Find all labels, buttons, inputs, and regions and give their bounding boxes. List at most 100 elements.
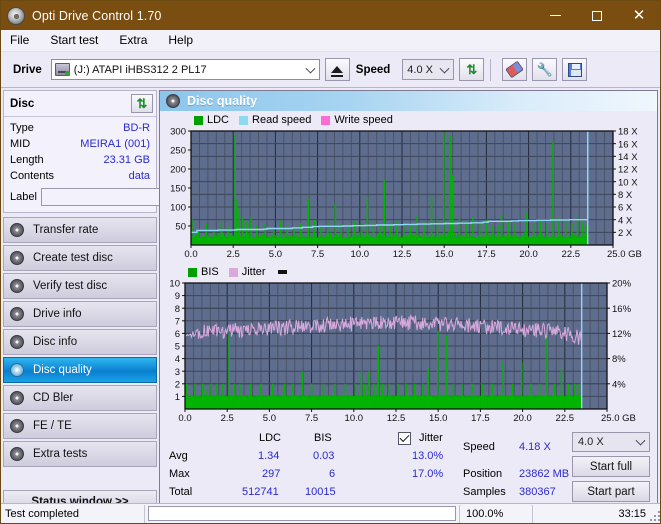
disc-row-type: Type BD-R (10, 120, 150, 136)
disc-row-value: 23.31 GB (103, 154, 150, 166)
legend-item: Write speed (321, 114, 393, 126)
disc-info-group: Disc ⇅ Type BD-R MID MEIRA1 (001) Length… (3, 90, 243, 213)
svg-text:9: 9 (175, 291, 180, 302)
legend-swatch-ldc (194, 115, 203, 125)
disc-icon (10, 251, 24, 265)
svg-text:4%: 4% (612, 379, 626, 390)
wrench-icon: 🔧 (536, 62, 553, 77)
start-part-label: Start part (587, 485, 635, 498)
disc-group-title: Disc (10, 97, 35, 110)
bis-chart-svg: 1 23 45 6 78 910 4% 8% 12% 16% 20% 0.0 2.5 5.0 7.5 10.0… (169, 279, 635, 424)
disc-icon (10, 279, 24, 293)
position-stat-value: 23862 MB (519, 468, 570, 480)
resize-grip[interactable] (648, 509, 660, 521)
refresh-button[interactable]: ⇅ (459, 58, 485, 81)
disc-icon (10, 335, 24, 349)
erase-button[interactable] (502, 58, 528, 81)
menu-item-start-test[interactable]: Start test (48, 31, 107, 50)
svg-text:22.5: 22.5 (556, 413, 575, 424)
jitter-label: Jitter (419, 432, 443, 444)
svg-text:6 X: 6 X (618, 203, 633, 214)
eject-button[interactable] (324, 58, 350, 81)
status-bar: Test completed 100.0% 33:15 (1, 503, 660, 523)
svg-text:20%: 20% (612, 279, 632, 290)
svg-text:100: 100 (170, 203, 186, 214)
start-part-button[interactable]: Start part (572, 481, 650, 502)
legend-label: LDC (207, 114, 230, 126)
save-button[interactable] (562, 58, 588, 81)
svg-text:8: 8 (175, 304, 180, 315)
start-full-button[interactable]: Start full (572, 456, 650, 477)
maximize-button[interactable] (576, 1, 618, 30)
sidebar-item-create-test-disc[interactable]: Create test disc (3, 245, 157, 271)
sidebar-item-transfer-rate[interactable]: Transfer rate (3, 217, 157, 243)
svg-text:50: 50 (175, 222, 186, 233)
disc-icon (10, 447, 24, 461)
svg-text:250: 250 (170, 146, 186, 157)
svg-text:18 X: 18 X (618, 127, 638, 138)
svg-text:10.0: 10.0 (345, 413, 364, 424)
disc-icon (166, 94, 180, 108)
check-icon (399, 432, 410, 443)
disc-group-header: Disc ⇅ (4, 91, 156, 117)
svg-text:8%: 8% (612, 354, 626, 365)
sidebar-item-verify-test-disc[interactable]: Verify test disc (3, 273, 157, 299)
legend-label: Read speed (252, 114, 312, 126)
sidebar-item-label: Create test disc (33, 252, 113, 264)
sidebar-item-fe-te[interactable]: FE / TE (3, 413, 157, 439)
sidebar-item-label: Extra tests (33, 448, 88, 460)
tools-button[interactable]: 🔧 (532, 58, 558, 81)
svg-text:2.5: 2.5 (221, 413, 234, 424)
svg-text:7: 7 (175, 316, 180, 327)
legend-item: Read speed (239, 114, 311, 126)
drive-label: Drive (13, 63, 42, 76)
svg-text:25.0 GB: 25.0 GB (607, 249, 642, 260)
disc-icon (10, 419, 24, 433)
toolbar: Drive (J:) ATAPI iHBS312 2 PL17 Speed 4.… (1, 52, 660, 88)
legend-swatch-bis (188, 267, 197, 277)
legend-item: LDC (194, 114, 229, 126)
legend-swatch-write-speed (321, 115, 331, 125)
svg-text:10 X: 10 X (618, 177, 638, 188)
close-icon: ✕ (632, 7, 646, 24)
jitter-checkbox[interactable] (398, 432, 411, 445)
svg-text:2.5: 2.5 (227, 249, 240, 260)
chevron-down-icon (439, 63, 450, 74)
sidebar-item-drive-info[interactable]: Drive info (3, 301, 157, 327)
svg-text:5.0: 5.0 (269, 249, 282, 260)
sidebar-item-extra-tests[interactable]: Extra tests (3, 441, 157, 467)
disc-icon (10, 223, 24, 237)
svg-text:15.0: 15.0 (429, 413, 448, 424)
sidebar-item-label: Disc info (33, 336, 78, 348)
disc-row-value: MEIRA1 (001) (80, 138, 150, 150)
stats-header-bis: BIS (314, 432, 332, 444)
menu-item-help[interactable]: Help (166, 31, 202, 50)
menu-item-extra[interactable]: Extra (117, 31, 156, 50)
svg-text:8 X: 8 X (618, 190, 633, 201)
eraser-icon (505, 60, 525, 79)
charts-area: LDC Read speed Write speed 50 100 150 200 25… (160, 111, 657, 426)
window-title: Opti Drive Control 1.70 (32, 8, 162, 23)
svg-text:4: 4 (175, 354, 180, 365)
minimize-button[interactable] (534, 1, 576, 30)
sidebar-item-cd-bler[interactable]: CD Bler (3, 385, 157, 411)
test-speed-select[interactable]: 4.0 X (572, 432, 650, 452)
sidebar-item-disc-quality[interactable]: Disc quality (3, 357, 157, 383)
sidebar-item-disc-info[interactable]: Disc info (3, 329, 157, 355)
speed-label: Speed (355, 63, 391, 76)
samples-stat-value: 380367 (519, 486, 556, 498)
speed-select[interactable]: 4.0 X (402, 59, 455, 80)
disc-refresh-button[interactable]: ⇅ (131, 94, 153, 113)
sidebar-item-label: Verify test disc (33, 280, 108, 292)
close-button[interactable]: ✕ (618, 1, 660, 30)
refresh-icon: ⇅ (466, 62, 478, 77)
stats-bis-avg: 0.03 (313, 450, 335, 462)
drive-select[interactable]: (J:) ATAPI iHBS312 2 PL17 (50, 59, 320, 80)
legend-label: BIS (201, 266, 219, 278)
jitter-max: 17.0% (412, 468, 444, 480)
disc-row-value: BD-R (123, 122, 150, 134)
stats-ldc-total: 512741 (242, 486, 279, 498)
svg-text:5: 5 (175, 342, 180, 353)
svg-text:14 X: 14 X (618, 152, 638, 163)
menu-item-file[interactable]: File (8, 31, 38, 50)
